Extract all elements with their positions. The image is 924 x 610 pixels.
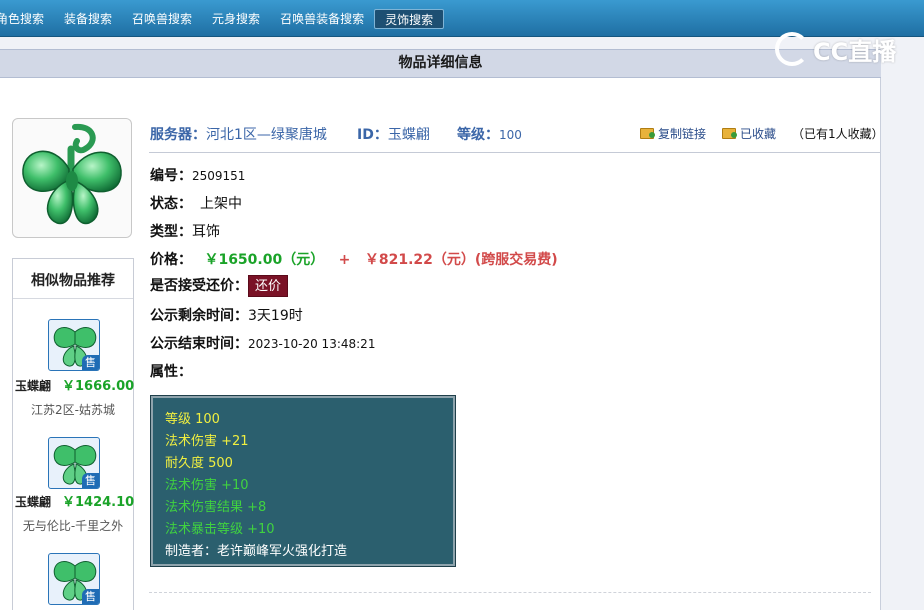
favorite-count: （已有1人收藏） bbox=[792, 127, 884, 141]
attr-level: 等级 100 bbox=[165, 412, 220, 427]
server-value: 河北1区—绿聚唐城 bbox=[206, 127, 327, 143]
id-label: ID： bbox=[357, 127, 388, 143]
level-value: 100 bbox=[499, 128, 522, 142]
price-row: 价格： ￥1650.00（元） + ￥821.22（元）(跨服交易费) bbox=[150, 249, 558, 269]
tab-accessory-search[interactable]: 灵饰搜索 bbox=[374, 9, 445, 29]
item-main-image bbox=[12, 118, 132, 238]
similar-item-name[interactable]: 玉蝶翩 bbox=[15, 377, 51, 394]
remaining-time-row: 公示剩余时间：3天19时 bbox=[150, 305, 303, 325]
id-value: 玉蝶翩 bbox=[387, 127, 430, 143]
price-plus: + bbox=[338, 252, 351, 268]
similar-item-name[interactable]: 玉蝶翩 bbox=[15, 493, 51, 510]
watermark: CC直播 bbox=[775, 30, 924, 68]
for-sale-badge: 售 bbox=[82, 473, 99, 488]
similar-item-server: 江苏2区-姑苏城 bbox=[31, 403, 115, 417]
level-info: 等级：100 bbox=[457, 124, 522, 144]
search-tabs: 角色搜索 装备搜索 召唤兽搜索 元身搜索 召唤兽装备搜索 灵饰搜索 bbox=[0, 9, 445, 29]
favorited-label: 已收藏 bbox=[740, 127, 777, 141]
similar-item-price: ￥1424.10 bbox=[62, 495, 135, 510]
similar-item-server: 无与伦比-千里之外 bbox=[22, 519, 124, 533]
attr-magic-damage-result: 法术伤害结果 +8 bbox=[165, 500, 267, 515]
end-time-value: 2023-10-20 13:48:21 bbox=[248, 337, 376, 351]
item-number-row: 编号：2509151 bbox=[150, 165, 245, 185]
bottom-divider bbox=[149, 592, 871, 593]
remaining-time-value: 3天19时 bbox=[248, 308, 303, 324]
type-label: 类型： bbox=[150, 224, 192, 240]
jade-butterfly-icon bbox=[22, 123, 122, 225]
status-value: 上架中 bbox=[200, 196, 242, 212]
price-label: 价格： bbox=[150, 252, 192, 268]
remaining-time-label: 公示剩余时间： bbox=[150, 308, 248, 324]
copy-link-label: 复制链接 bbox=[658, 127, 707, 141]
price-value: ￥1650.00（元） bbox=[204, 252, 325, 268]
attributes-box: 等级 100 法术伤害 +21 耐久度 500 法术伤害 +10 法术伤害结果 … bbox=[150, 395, 456, 567]
for-sale-badge: 售 bbox=[82, 355, 99, 370]
status-label: 状态： bbox=[150, 196, 192, 212]
for-sale-badge: 售 bbox=[82, 589, 99, 604]
similar-item-thumbnail[interactable]: 售 bbox=[48, 437, 100, 489]
counter-offer-button[interactable]: 还价 bbox=[248, 275, 289, 297]
page-title: 物品详细信息 bbox=[0, 49, 881, 78]
attributes-label: 属性： bbox=[150, 364, 192, 380]
item-number-value: 2509151 bbox=[192, 169, 246, 183]
tab-equipment-search[interactable]: 装备搜索 bbox=[54, 9, 122, 29]
page-gutter bbox=[881, 37, 924, 610]
watermark-text: CC直播 bbox=[813, 37, 897, 66]
copy-link-icon bbox=[640, 128, 655, 139]
attr-durability: 耐久度 500 bbox=[165, 456, 233, 471]
copy-link-button[interactable]: 复制链接 bbox=[640, 125, 706, 142]
attributes-row: 属性： bbox=[150, 361, 192, 381]
attr-magic-damage: 法术伤害 +21 bbox=[165, 434, 249, 449]
type-value: 耳饰 bbox=[192, 224, 220, 240]
similar-items-panel: 相似物品推荐 售 玉蝶翩 ￥1666.00 江苏2区-姑苏城 售 玉蝶翩 ￥14… bbox=[12, 258, 134, 610]
tab-avatar-search[interactable]: 元身搜索 bbox=[202, 9, 270, 29]
bargain-label: 是否接受还价： bbox=[150, 278, 248, 294]
cc-logo-icon bbox=[775, 32, 809, 66]
similar-item-thumbnail[interactable]: 售 bbox=[48, 553, 100, 605]
bargain-row: 是否接受还价： 还价 bbox=[150, 275, 289, 297]
similar-items-title: 相似物品推荐 bbox=[13, 259, 133, 299]
attr-bonus-magic-damage: 法术伤害 +10 bbox=[165, 478, 249, 493]
attr-maker: 制造者：老许巅峰军火强化打造 bbox=[165, 544, 348, 559]
tab-summon-equipment-search[interactable]: 召唤兽装备搜索 bbox=[270, 9, 374, 29]
end-time-label: 公示结束时间： bbox=[150, 336, 248, 352]
type-row: 类型：耳饰 bbox=[150, 221, 220, 241]
end-time-row: 公示结束时间：2023-10-20 13:48:21 bbox=[150, 333, 375, 353]
id-info: ID：玉蝶翩 bbox=[357, 124, 430, 144]
item-number-label: 编号： bbox=[150, 168, 192, 184]
favorited-button[interactable]: 已收藏 bbox=[722, 125, 776, 142]
similar-item-thumbnail[interactable]: 售 bbox=[48, 319, 100, 371]
similar-item-price: ￥1666.00 bbox=[62, 379, 135, 394]
server-info: 服务器：河北1区—绿聚唐城 bbox=[150, 124, 327, 144]
favorite-icon bbox=[722, 128, 737, 139]
tab-summon-search[interactable]: 召唤兽搜索 bbox=[122, 9, 202, 29]
server-label: 服务器： bbox=[150, 127, 206, 143]
header-divider bbox=[149, 152, 880, 153]
cross-server-fee: ￥821.22（元）(跨服交易费) bbox=[364, 252, 558, 268]
status-row: 状态： 上架中 bbox=[150, 193, 242, 213]
tab-role-search[interactable]: 角色搜索 bbox=[0, 9, 54, 29]
attr-magic-crit-level: 法术暴击等级 +10 bbox=[165, 522, 275, 537]
level-label: 等级： bbox=[457, 127, 499, 143]
